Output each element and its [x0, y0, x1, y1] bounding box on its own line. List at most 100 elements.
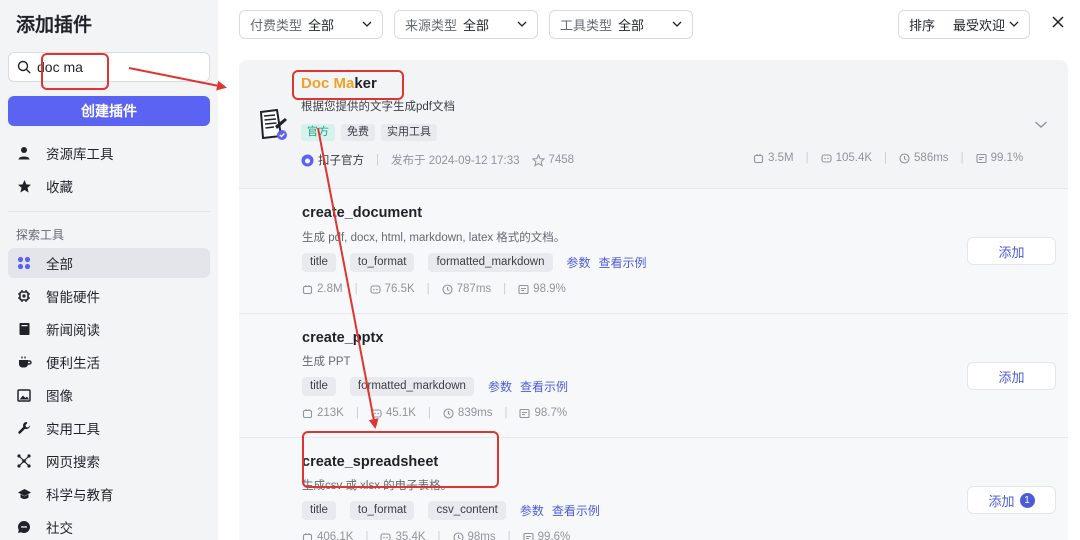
sidebar-item-web-search[interactable]: 网页搜索 [8, 446, 210, 476]
create-plugin-button[interactable]: 创建插件 [8, 96, 210, 126]
examples-link[interactable]: 查看示例 [520, 378, 568, 395]
message-icon [518, 284, 529, 294]
sidebar-item-all[interactable]: 全部 [8, 248, 210, 278]
separator: | [503, 283, 507, 295]
tool-stats: 406.1K | 35.4K | 98ms | 99.6% [302, 531, 582, 540]
tool-card-create-document[interactable]: create_document 生成 pdf, docx, html, mark… [239, 188, 1068, 313]
call-count-value: 3.5M [768, 152, 794, 164]
tag-category: 实用工具 [381, 124, 437, 141]
add-label: 添加 [998, 369, 1025, 385]
sidebar-item-image[interactable]: 图像 [8, 380, 210, 410]
param-tag: title [302, 501, 336, 520]
separator: | [960, 152, 964, 164]
user-count-value: 76.5K [384, 283, 415, 295]
page-title: 添加插件 [16, 15, 93, 36]
bot-icon [821, 153, 832, 163]
sidebar: 添加插件 创建插件 资源库工具 收藏 探索工具 全部 智能硬件 新闻阅读 [0, 0, 218, 540]
bot-icon [380, 532, 392, 540]
plugin-header[interactable]: Doc Maker 根据您提供的文字生成pdf文档 官方 免费 实用工具 扣子官方 … [239, 60, 1068, 188]
latency-value: 98ms [467, 531, 496, 540]
sidebar-item-science-education[interactable]: 科学与教育 [8, 479, 210, 509]
favorite-value: 7458 [548, 154, 575, 166]
separator: | [805, 152, 809, 164]
filter-tool-type[interactable]: 工具类型 全部 [549, 10, 693, 39]
sidebar-item-favorites[interactable]: 收藏 [8, 171, 210, 201]
plug-icon [302, 408, 313, 418]
examples-link[interactable]: 查看示例 [599, 254, 647, 271]
sidebar-item-label: 图像 [46, 389, 73, 404]
chat-icon [16, 519, 32, 535]
filter-label: 工具类型 [560, 18, 613, 33]
sort-dropdown[interactable]: 排序 最受欢迎 [898, 10, 1030, 39]
tool-name: create_spreadsheet [302, 454, 439, 470]
cup-icon [16, 354, 32, 370]
plug-icon [302, 532, 313, 540]
params-link[interactable]: 参数 [488, 378, 512, 395]
param-tag: title [302, 377, 336, 396]
param-tag: formatted_markdown [428, 253, 553, 272]
message-icon [519, 408, 531, 418]
clock-icon [452, 531, 464, 540]
call-count: 213K [302, 407, 344, 419]
publish-date: 发布于 2024-09-12 17:33 [391, 155, 520, 167]
latency: 98ms [452, 531, 496, 540]
image-icon [16, 387, 32, 403]
message-icon [523, 532, 534, 540]
user-count: 45.1K [371, 407, 416, 419]
chevron-down-icon [517, 21, 527, 27]
coze-logo-icon [301, 154, 314, 166]
filter-value: 全部 [618, 18, 645, 33]
sidebar-item-library-tools[interactable]: 资源库工具 [8, 138, 210, 168]
filter-pay-type[interactable]: 付费类型 全部 [239, 10, 383, 39]
chevron-down-icon [1009, 21, 1019, 27]
sidebar-item-smart-hardware[interactable]: 智能硬件 [8, 281, 210, 311]
tag-official: 官方 [301, 124, 335, 141]
separator: | [426, 283, 430, 295]
search-input[interactable] [37, 59, 197, 75]
web-icon [16, 453, 32, 469]
tool-description: 生成 pdf, docx, html, markdown, latex 格式的文… [302, 232, 566, 244]
filter-label: 来源类型 [405, 18, 458, 33]
sidebar-item-lifestyle[interactable]: 便利生活 [8, 347, 210, 377]
latency: 839ms [443, 407, 493, 419]
latency: 586ms [899, 152, 949, 164]
graduation-icon [16, 486, 32, 502]
tool-card-create-spreadsheet[interactable]: create_spreadsheet 生成csv 或 xlsx 的电子表格。 t… [239, 437, 1068, 540]
sidebar-item-social[interactable]: 社交 [8, 512, 210, 540]
user-count-value: 35.4K [395, 531, 426, 540]
user-count-value: 105.4K [835, 152, 873, 164]
sidebar-item-news[interactable]: 新闻阅读 [8, 314, 210, 344]
latency-value: 839ms [457, 407, 493, 419]
close-icon[interactable] [1050, 14, 1066, 30]
grid-icon [16, 255, 32, 271]
params-link[interactable]: 参数 [520, 502, 544, 519]
separator: | [355, 407, 359, 419]
examples-link[interactable]: 查看示例 [552, 502, 600, 519]
sidebar-item-utilities[interactable]: 实用工具 [8, 413, 210, 443]
favorite-count[interactable]: 7458 [531, 153, 575, 167]
plug-icon [302, 284, 313, 294]
call-count: 3.5M [753, 152, 794, 164]
star-icon [16, 178, 32, 194]
add-button[interactable]: 添加 [967, 362, 1056, 390]
filter-source-type[interactable]: 来源类型 全部 [394, 10, 538, 39]
call-count-value: 213K [317, 407, 344, 419]
star-outline-icon [531, 153, 545, 167]
success-rate-value: 98.7% [534, 407, 568, 419]
add-button[interactable]: 添加 [967, 237, 1056, 265]
search-icon [17, 60, 31, 74]
section-label: 探索工具 [16, 228, 65, 242]
clock-icon [899, 152, 910, 164]
add-button[interactable]: 添加 1 [967, 486, 1056, 514]
divider [8, 211, 210, 212]
sidebar-item-label: 便利生活 [46, 356, 100, 371]
separator: | [507, 531, 511, 540]
count-badge: 1 [1019, 492, 1035, 508]
chevron-down-icon[interactable] [1034, 120, 1048, 129]
add-label: 添加 [998, 244, 1025, 260]
sidebar-item-label: 智能硬件 [46, 290, 100, 305]
params-link[interactable]: 参数 [567, 254, 591, 271]
message-icon [976, 153, 987, 163]
tool-card-create-pptx[interactable]: create_pptx 生成 PPT title formatted_markd… [239, 313, 1068, 437]
search-box[interactable] [8, 52, 210, 82]
